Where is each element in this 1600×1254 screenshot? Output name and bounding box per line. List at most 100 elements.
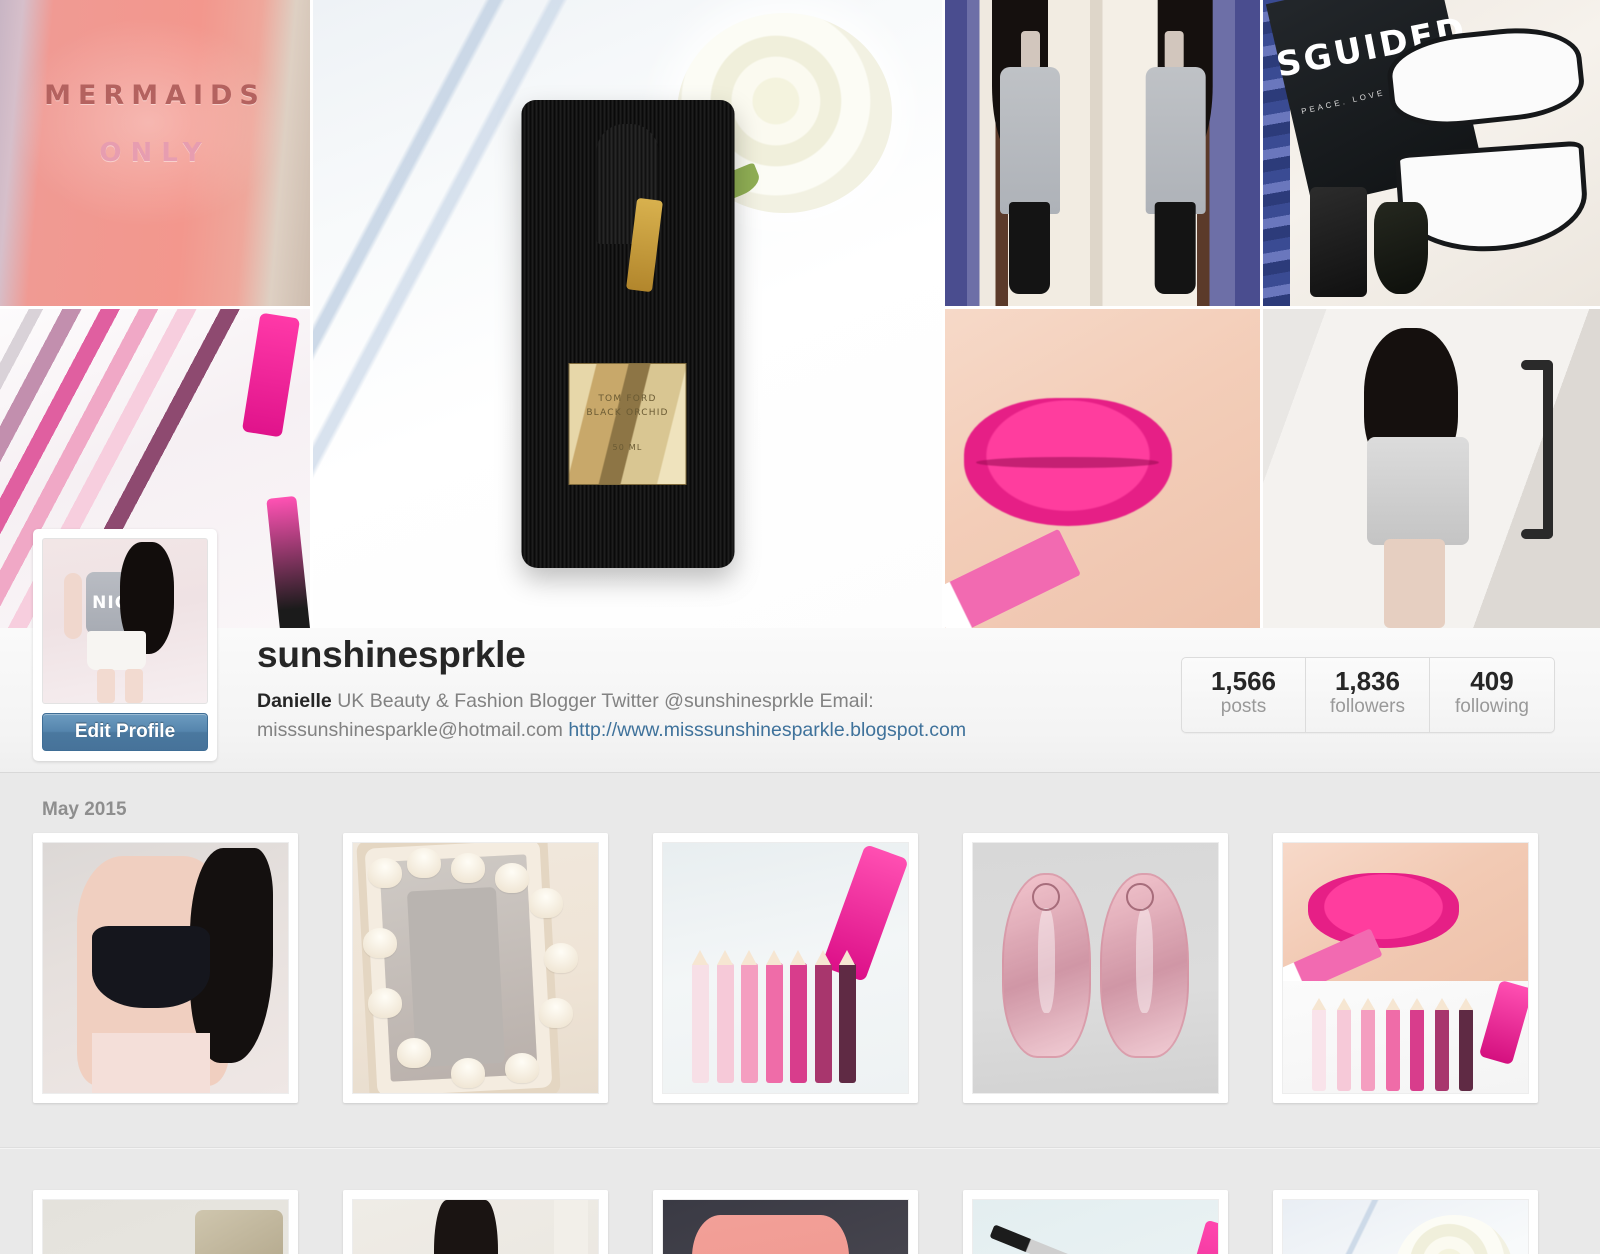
- following-count: 409: [1470, 666, 1514, 696]
- perfume-brand: TOM FORD: [598, 394, 657, 405]
- mascara-tube: [266, 495, 310, 628]
- shell: [451, 1058, 485, 1088]
- profile-username: sunshinesprkle: [257, 634, 526, 675]
- profile-bio: Danielle UK Beauty & Fashion Blogger Twi…: [257, 687, 1087, 746]
- pink-shirt: [692, 1215, 850, 1254]
- shell: [362, 928, 397, 958]
- banner-photo-missguided-bikini[interactable]: SGUIDED PEACE. LOVE & GLITTER: [1263, 0, 1600, 306]
- post-pink-lip-pencils[interactable]: [653, 833, 918, 1103]
- profile-header-bar: NICE Edit Profile sunshinesprkle Daniell…: [0, 529, 1600, 773]
- wall: [553, 1200, 589, 1254]
- shell: [529, 888, 564, 918]
- shell: [504, 1053, 539, 1083]
- lip-pencil: [945, 528, 1082, 628]
- shell: [544, 943, 579, 973]
- lipstick-cap: [821, 844, 908, 982]
- posts-count: 1,566: [1210, 666, 1277, 696]
- banner-photo-silver-dress-selfie[interactable]: [1263, 309, 1600, 628]
- grey-dress: [999, 67, 1060, 215]
- profile-full-name: Danielle: [257, 689, 332, 712]
- post-pink-lips-and-pencils[interactable]: [1273, 833, 1538, 1103]
- makeup-brush: [989, 1224, 1099, 1254]
- leg-right: [125, 668, 144, 703]
- object: [194, 1210, 284, 1254]
- post-black-lace-bralette[interactable]: [33, 833, 298, 1103]
- stat-posts[interactable]: 1,566 posts: [1182, 658, 1306, 732]
- mermaids-tee-text-line1: MERMAIDS: [44, 79, 266, 111]
- perfume-label-plate: TOM FORD BLACK ORCHID 50 ML: [568, 362, 687, 485]
- lipstick-cap: [242, 312, 301, 438]
- shell: [451, 853, 485, 883]
- mirror-reflection-left: [973, 0, 1093, 306]
- shell: [539, 998, 574, 1028]
- post-row2-1[interactable]: [33, 1190, 298, 1254]
- avatar[interactable]: NICE: [42, 538, 208, 704]
- mirror-reflection-right: [1112, 0, 1232, 306]
- followers-label: followers: [1330, 696, 1405, 718]
- phone: [1021, 30, 1041, 71]
- post-row2-5[interactable]: [1273, 1190, 1538, 1254]
- posts-label: posts: [1220, 696, 1267, 718]
- profile-website-link[interactable]: http://www.misssunshinesparkle.blogspot.…: [568, 719, 966, 741]
- pencil: [1361, 997, 1376, 1091]
- leg-left: [97, 668, 116, 703]
- pencil: [839, 950, 857, 1083]
- perfume-product: BLACK ORCHID: [586, 407, 669, 418]
- banner-photo-mermaids-tee[interactable]: MERMAIDS ONLY: [0, 0, 310, 306]
- shell: [367, 988, 402, 1018]
- perfume-size: 50 ML: [612, 443, 643, 453]
- pencil: [814, 950, 832, 1083]
- post-row2-4[interactable]: [963, 1190, 1228, 1254]
- legs: [1384, 538, 1445, 628]
- pencil: [1410, 997, 1425, 1091]
- banner-photo-pink-lips-closeup[interactable]: [945, 309, 1260, 628]
- pencils-photo-half: [1283, 979, 1528, 1093]
- post-row2-3[interactable]: [653, 1190, 918, 1254]
- hair: [433, 1200, 498, 1254]
- silver-dress: [1367, 436, 1469, 546]
- white-shorts: [87, 630, 147, 671]
- photo-grid: May 2015: [0, 773, 1600, 1254]
- pink-lips: [1307, 873, 1460, 948]
- post-pink-jelly-sandals[interactable]: [963, 833, 1228, 1103]
- lipstick-cap: [1158, 1219, 1218, 1254]
- pencil: [1336, 997, 1351, 1091]
- grey-dress: [1145, 67, 1206, 215]
- phone: [1164, 30, 1184, 71]
- post-row2-2[interactable]: [343, 1190, 608, 1254]
- lips-photo-half: [1283, 843, 1528, 998]
- lipstick-cap: [1478, 979, 1528, 1065]
- avatar-card: NICE Edit Profile: [33, 529, 217, 761]
- profile-text-block: sunshinesprkle Danielle UK Beauty & Fash…: [257, 634, 1117, 746]
- sunglasses: [1374, 201, 1429, 294]
- pink-lips: [963, 398, 1172, 526]
- pencil: [1459, 997, 1474, 1091]
- shell: [495, 863, 530, 893]
- pencil: [1385, 997, 1400, 1091]
- shell: [406, 848, 441, 878]
- black-tights: [1009, 201, 1050, 294]
- shell: [367, 858, 402, 888]
- edit-profile-button[interactable]: Edit Profile: [42, 713, 208, 751]
- pencil: [716, 950, 734, 1083]
- perfume-bottle: TOM FORD BLACK ORCHID 50 ML: [521, 100, 734, 569]
- door-handle: [1520, 360, 1553, 539]
- following-label: following: [1455, 696, 1529, 718]
- shell: [397, 1038, 432, 1068]
- profile-banner-collage: MERMAIDS ONLY TOM FORD BLACK ORCHID 50 M…: [0, 0, 1600, 628]
- pencil: [741, 950, 759, 1083]
- post-shell-mirror-selfie[interactable]: [343, 833, 608, 1103]
- brand-logo: [1031, 883, 1060, 911]
- stat-followers[interactable]: 1,836 followers: [1306, 658, 1430, 732]
- pencil: [765, 950, 783, 1083]
- arm: [64, 573, 83, 640]
- photo-grid-row-1: [0, 833, 1600, 1103]
- stat-following[interactable]: 409 following: [1430, 658, 1554, 732]
- black-lace-bralette: [92, 925, 210, 1008]
- mermaids-tee-text-line2: ONLY: [99, 137, 211, 168]
- banner-photo-tom-ford-perfume[interactable]: TOM FORD BLACK ORCHID 50 ML: [313, 0, 942, 628]
- pink-skirt: [92, 1033, 210, 1093]
- pencil: [1312, 997, 1327, 1091]
- banner-photo-mirror-selfie-grey-dress[interactable]: [945, 0, 1260, 306]
- month-header-may-2015: May 2015: [42, 799, 127, 820]
